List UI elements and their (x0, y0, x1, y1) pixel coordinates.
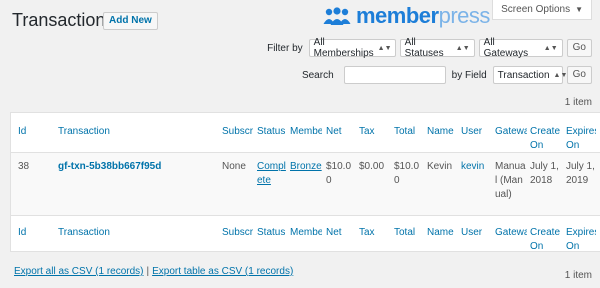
user-link[interactable]: kevin (461, 161, 484, 172)
cell-total: $10.00 (394, 161, 420, 186)
export-separator: | (146, 266, 150, 277)
column-footer-status[interactable]: Status (257, 226, 289, 240)
column-footer-created-on[interactable]: Created On (530, 226, 560, 254)
column-header-tax[interactable]: Tax (359, 125, 389, 139)
cell-name: Kevin (427, 161, 453, 172)
column-footer-expires-on[interactable]: Expires On (566, 226, 596, 254)
screen-options-button[interactable]: Screen Options ▼ (492, 0, 592, 20)
add-new-button[interactable]: Add New (103, 12, 158, 30)
items-count-top: 1 item (564, 97, 592, 108)
people-icon (323, 7, 351, 25)
cell-expires-on: July 1, 2019 (566, 161, 595, 186)
select-caret-icon: ▲▼ (455, 44, 470, 52)
memberpress-logo: member press (322, 3, 491, 28)
gateways-select[interactable]: All Gateways ▲▼ (478, 37, 563, 59)
column-header-membership[interactable]: Membe (290, 125, 322, 139)
column-footer-gateway[interactable]: Gatewa (495, 226, 527, 240)
cell-net: $10.00 (326, 161, 352, 186)
select-caret-icon: ▲▼ (543, 44, 558, 52)
search-label: Search (301, 69, 334, 81)
cell-id: 38 (18, 161, 30, 172)
column-footer-tax[interactable]: Tax (359, 226, 389, 240)
column-footer-membership[interactable]: Membe (290, 226, 322, 240)
column-footer-total[interactable]: Total (394, 226, 424, 240)
column-header-status[interactable]: Status (257, 125, 289, 139)
column-footer-user[interactable]: User (461, 226, 491, 240)
search-field-value: Transaction (497, 69, 550, 81)
column-header-expires-on[interactable]: Expires On (566, 125, 596, 153)
membership-link[interactable]: Bronze (290, 161, 322, 172)
dropdown-arrow-icon: ▼ (575, 5, 583, 14)
transaction-link[interactable]: gf-txn-5b38bb667f95d (58, 161, 161, 172)
memberships-select-value: All Memberships (313, 37, 374, 59)
items-count-bottom: 1 item (564, 270, 592, 281)
column-footer-name[interactable]: Name (427, 226, 457, 240)
column-header-name[interactable]: Name (427, 125, 457, 139)
cell-tax: $0.00 (359, 161, 385, 172)
table-row: 38 gf-txn-5b38bb667f95d None Complete Br… (11, 153, 600, 215)
column-header-subscription[interactable]: Subscr (222, 125, 254, 139)
column-header-user[interactable]: User (461, 125, 491, 139)
filter-by-label: Filter by (267, 42, 303, 54)
column-header-gateway[interactable]: Gatewa (495, 125, 527, 139)
export-links: Export all as CSV (1 records) | Export tab… (14, 266, 293, 277)
search-go-button[interactable]: Go (566, 66, 592, 84)
search-bar: Search by Field Transaction ▲▼ Go (302, 65, 592, 85)
cell-gateway: Manual (Manual) (495, 161, 526, 200)
column-header-id[interactable]: Id (18, 125, 48, 139)
export-all-csv-link[interactable]: Export all as CSV (1 records) (14, 266, 144, 277)
page-title: Transactions (12, 10, 115, 30)
table-footer-row: Id Transaction Subscr Status Membe Net T… (11, 215, 600, 254)
column-header-total[interactable]: Total (394, 125, 424, 139)
cell-created-on: July 1, 2018 (530, 161, 559, 186)
export-table-csv-link[interactable]: Export table as CSV (1 records) (152, 266, 293, 277)
select-caret-icon: ▲▼ (377, 44, 392, 52)
column-header-transaction[interactable]: Transaction (58, 125, 218, 139)
memberships-select[interactable]: All Memberships ▲▼ (308, 37, 396, 59)
column-header-created-on[interactable]: Created On (530, 125, 560, 153)
logo-text-press: press (438, 3, 491, 28)
column-header-net[interactable]: Net (326, 125, 356, 139)
column-footer-id[interactable]: Id (18, 226, 48, 240)
column-footer-transaction[interactable]: Transaction (58, 226, 218, 240)
by-field-label: by Field (451, 69, 487, 81)
statuses-select[interactable]: All Statuses ▲▼ (399, 37, 475, 59)
status-link[interactable]: Complete (257, 161, 286, 186)
filter-go-button[interactable]: Go (566, 39, 592, 57)
search-field-select[interactable]: Transaction ▲▼ (492, 66, 567, 84)
screen-options-label: Screen Options (501, 4, 571, 15)
gateways-select-value: All Gateways (483, 37, 529, 59)
column-footer-net[interactable]: Net (326, 226, 356, 240)
select-caret-icon: ▲▼ (553, 71, 568, 79)
cell-subscription: None (222, 161, 246, 172)
logo-text-member: member (356, 3, 439, 28)
filter-bar: Filter by All Memberships ▲▼ All Statuses… (267, 37, 592, 59)
column-footer-subscription[interactable]: Subscr (222, 226, 254, 240)
search-input[interactable] (343, 66, 446, 84)
statuses-select-value: All Statuses (404, 37, 444, 59)
transactions-table: Id Transaction Subscr Status Membe Net T… (10, 112, 600, 252)
table-header-row: Id Transaction Subscr Status Membe Net T… (11, 113, 600, 153)
